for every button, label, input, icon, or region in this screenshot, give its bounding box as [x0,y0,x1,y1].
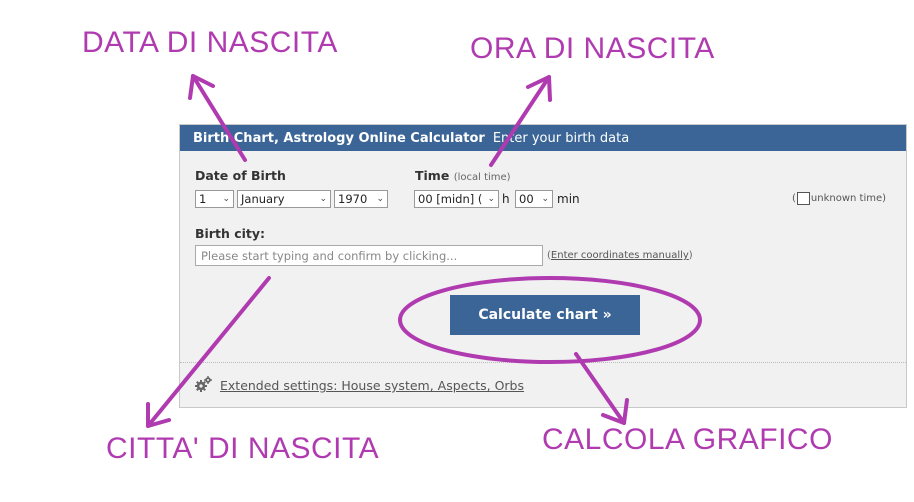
unknown-time-open: ( [792,193,796,204]
annotation-calculate: CALCOLA GRAFICO [542,423,833,456]
extended-settings[interactable]: Extended settings: House system, Aspects… [194,375,524,396]
year-value: 1970 [338,192,368,206]
hour-select[interactable]: 00 [midn] ( ⌄ [414,190,499,208]
birth-chart-form: Birth Chart, Astrology Online Calculator… [179,124,907,408]
annotation-birth-time: ORA DI NASCITA [470,32,715,65]
minute-value: 00 [519,192,534,206]
minute-unit: min [557,192,580,206]
chevron-down-icon: ⌄ [222,194,230,204]
form-header: Birth Chart, Astrology Online Calculator… [180,125,906,151]
birth-city-placeholder: Please start typing and confirm by click… [201,248,458,263]
gear-icon [194,375,214,396]
arrowhead-birth-time [526,75,552,102]
chevron-down-icon: ⌄ [541,194,549,204]
year-select[interactable]: 1970 ⌄ [334,190,388,208]
birth-city-input[interactable]: Please start typing and confirm by click… [195,245,543,266]
minute-select[interactable]: 00 ⌄ [515,190,553,208]
arrowhead-birth-date [188,74,215,100]
enter-coordinates-link[interactable]: Enter coordinates manually [551,250,689,261]
hour-value: 00 [midn] ( [418,192,483,206]
time-label-text: Time [415,168,450,183]
date-of-birth-label: Date of Birth [195,168,286,183]
hour-unit: h [502,192,510,206]
arrowhead-birth-city [146,402,171,428]
unknown-time-checkbox[interactable] [796,192,810,205]
day-select[interactable]: 1 ⌄ [195,190,234,208]
time-note: (local time) [453,172,511,183]
day-value: 1 [199,192,207,206]
unknown-time-option[interactable]: ( unknown time) [792,192,886,205]
month-select[interactable]: January ⌄ [237,190,331,208]
month-value: January [241,192,285,206]
coordinates-option: (Enter coordinates manually) [547,250,693,261]
form-subtitle: Enter your birth data [492,130,630,146]
annotation-birth-date: DATA DI NASCITA [82,26,338,59]
divider [180,362,906,363]
form-title: Birth Chart, Astrology Online Calculator [193,130,485,146]
annotation-birth-city: CITTA' DI NASCITA [106,432,380,465]
extended-settings-link[interactable]: Extended settings: House system, Aspects… [220,378,524,393]
coordinates-close: ) [688,250,693,261]
birth-city-label: Birth city: [195,226,266,241]
chevron-down-icon: ⌄ [319,194,327,204]
calculate-chart-button[interactable]: Calculate chart » [450,295,640,335]
time-label: Time (local time) [415,168,511,183]
chevron-down-icon: ⌄ [487,194,495,204]
unknown-time-label: unknown time) [810,193,887,204]
chevron-down-icon: ⌄ [376,194,384,204]
